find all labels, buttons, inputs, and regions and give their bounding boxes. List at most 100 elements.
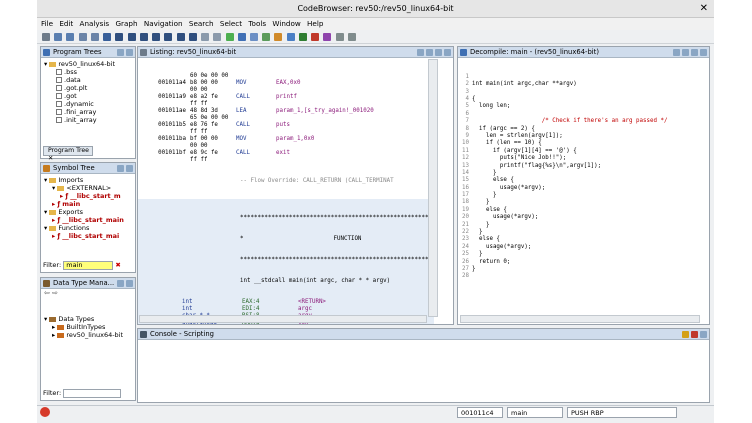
decompile-line[interactable]: 14 } <box>458 170 667 177</box>
help-icon[interactable] <box>347 33 356 41</box>
decompile-line[interactable]: 5 long len; <box>458 103 667 110</box>
decompile-line[interactable]: 22 } <box>458 229 667 236</box>
decompile-line[interactable]: 23 else { <box>458 236 667 243</box>
redo-icon[interactable] <box>213 33 222 41</box>
check-icon[interactable] <box>225 33 234 41</box>
symbol-filter-input[interactable]: main <box>63 260 114 270</box>
menu-select[interactable]: Select <box>220 19 242 28</box>
listing-row[interactable]: 001011a4 b8 00 00 MOV EAX,0x0 <box>138 80 434 87</box>
decompile-line[interactable]: 20 usage(*argv); <box>458 214 667 221</box>
memory-icon[interactable] <box>237 33 246 41</box>
tree-exports[interactable]: ▾ Exports <box>44 208 135 216</box>
datatype-icon[interactable] <box>274 33 283 41</box>
tree-libc-export[interactable]: ▸ ƒ __libc_start_main <box>44 216 135 224</box>
listing-row[interactable]: 001011bf e8 9c fe CALL exit <box>138 150 434 157</box>
symbol-icon[interactable] <box>262 33 271 41</box>
close-icon[interactable] <box>126 48 133 56</box>
decompile-line[interactable]: 15 else { <box>458 177 667 184</box>
snapshot-icon[interactable] <box>435 48 442 56</box>
paste-icon[interactable] <box>426 48 433 56</box>
tree-item[interactable]: .init_array <box>44 116 135 124</box>
listing-row[interactable]: 001011ae 48 8d 3d LEA param_1,[s_try_again!… <box>138 108 434 115</box>
export-icon[interactable] <box>691 48 698 56</box>
function-signature[interactable]: int __stdcall main(int argc, char * * ar… <box>138 278 434 285</box>
nav-icon[interactable] <box>78 33 87 41</box>
listing-row[interactable]: ff ff <box>138 129 434 136</box>
run-icon[interactable] <box>298 33 307 41</box>
close-tab-icon[interactable]: ✕ <box>48 155 53 162</box>
close-icon[interactable]: ✕ <box>700 0 708 18</box>
decompile-line[interactable]: 7 /* Check if there's an arg passed */ <box>458 118 668 125</box>
function-variable[interactable]: int EAX:4 <RETURN> <box>138 299 434 306</box>
bytes-icon[interactable] <box>249 33 258 41</box>
decompile-line[interactable]: 6 <box>458 111 667 118</box>
close-icon[interactable] <box>444 48 451 56</box>
instr-icon[interactable] <box>103 33 112 41</box>
decompile-line[interactable]: 9 len = strlen(argv[1]); <box>458 133 667 140</box>
listing-row[interactable]: 00 00 <box>138 143 434 150</box>
panel-menu-icon[interactable] <box>117 279 124 287</box>
tree-item[interactable]: .got <box>44 92 135 100</box>
ref-icon[interactable] <box>176 33 185 41</box>
listing-scrollbar[interactable] <box>428 59 438 317</box>
close-icon[interactable] <box>126 279 133 287</box>
data-icon[interactable] <box>115 33 124 41</box>
decompile-line[interactable]: 19 else { <box>458 207 667 214</box>
tree-item[interactable]: .dynamic <box>44 100 135 108</box>
back-icon[interactable] <box>54 33 63 41</box>
decompile-line[interactable]: 27} <box>458 266 667 273</box>
tree-main[interactable]: ▸ ƒ main <box>44 200 135 208</box>
listing-row[interactable]: 60 0e 00 00 <box>138 73 434 80</box>
decompile-line[interactable]: 1 <box>458 74 667 81</box>
decompile-line[interactable]: 11 if (argv[1][4] == '@') { <box>458 148 667 155</box>
decompile-line[interactable]: 18 } <box>458 199 667 206</box>
listing-hscrollbar[interactable] <box>139 315 427 323</box>
forward-icon[interactable] <box>66 33 75 41</box>
copy-icon[interactable] <box>417 48 424 56</box>
listing-row[interactable]: 65 0e 00 00 <box>138 115 434 122</box>
listing-row[interactable]: 001011a9 e8 a2 fe CALL printf <box>138 94 434 101</box>
console-icon[interactable] <box>335 33 344 41</box>
panel-menu-icon[interactable] <box>117 48 124 56</box>
label-icon[interactable] <box>139 33 148 41</box>
back-icon[interactable]: ⇦ <box>44 289 50 297</box>
menu-navigation[interactable]: Navigation <box>144 19 183 28</box>
bookmark-icon[interactable] <box>188 33 197 41</box>
tree-program-types[interactable]: ▸ rev50_linux64-bit <box>44 331 135 339</box>
program-tree-tab[interactable]: Program Tree ✕ <box>43 146 93 162</box>
decompile-hscrollbar[interactable] <box>460 315 700 323</box>
close-icon[interactable] <box>126 164 133 172</box>
tree-imports[interactable]: ▾ Imports <box>44 176 135 184</box>
tree-functions[interactable]: ▾ Functions <box>44 224 135 232</box>
menu-help[interactable]: Help <box>307 19 323 28</box>
lock-icon[interactable] <box>682 330 689 338</box>
tree-item[interactable]: .bss <box>44 68 135 76</box>
stop-icon[interactable] <box>311 33 320 41</box>
panel-menu-icon[interactable] <box>117 164 124 172</box>
close-icon[interactable] <box>700 330 707 338</box>
menu-graph[interactable]: Graph <box>115 19 137 28</box>
nav2-icon[interactable] <box>90 33 99 41</box>
flow-icon[interactable] <box>164 33 173 41</box>
clear-icon[interactable] <box>691 330 698 338</box>
tree-libc-function[interactable]: ▸ ƒ __libc_start_mai <box>44 232 135 240</box>
tree-item[interactable]: .fini_array <box>44 108 135 116</box>
decompile-line[interactable]: 28 <box>458 273 667 280</box>
tree-data-types[interactable]: ▾ Data Types <box>44 315 135 323</box>
tree-root[interactable]: ▾ rev50_linux64-bit <box>44 60 135 68</box>
function-variable[interactable]: int EDI:4 argc <box>138 306 434 313</box>
menu-analysis[interactable]: Analysis <box>80 19 110 28</box>
tree-external[interactable]: ▾ <EXTERNAL> <box>44 184 135 192</box>
menu-window[interactable]: Window <box>272 19 300 28</box>
save-icon[interactable] <box>42 33 50 41</box>
decompile-line[interactable]: 8 if (argc == 2) { <box>458 126 667 133</box>
listing-row[interactable]: 001011b5 e8 76 fe CALL puts <box>138 122 434 129</box>
dtm-filter-input[interactable] <box>63 388 122 398</box>
script-icon[interactable] <box>323 33 332 41</box>
listing-row[interactable]: 001011ba bf 00 00 MOV param_1,0x0 <box>138 136 434 143</box>
menu-tools[interactable]: Tools <box>248 19 266 28</box>
decompile-line[interactable]: 17 } <box>458 192 667 199</box>
undo-icon[interactable] <box>201 33 210 41</box>
undef-icon[interactable] <box>127 33 136 41</box>
decompile-line[interactable]: 25 } <box>458 251 667 258</box>
